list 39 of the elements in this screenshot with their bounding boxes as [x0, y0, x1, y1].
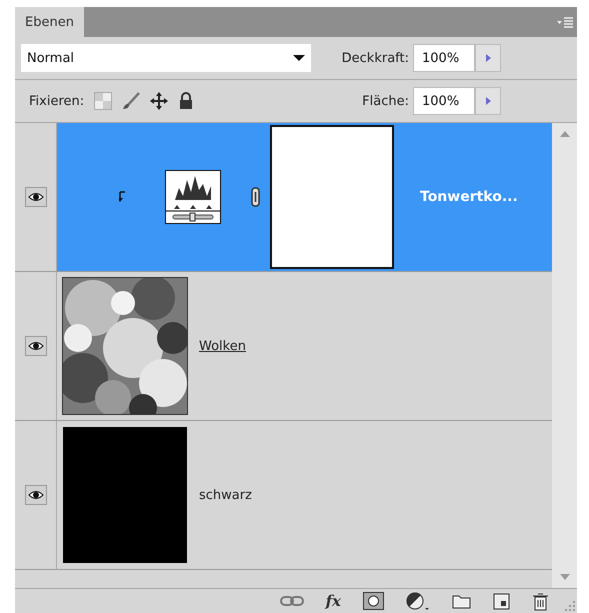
visibility-toggle[interactable] — [24, 187, 46, 207]
panel-menu-icon[interactable] — [557, 16, 573, 28]
panel-tab[interactable]: Ebenen — [15, 7, 84, 37]
play-arrow-icon — [486, 54, 490, 62]
fill-label: Fläche: — [362, 94, 409, 108]
eye-icon — [28, 489, 44, 501]
eye-icon — [28, 340, 44, 352]
play-arrow-icon — [486, 97, 490, 105]
layer-row[interactable]: schwarz — [15, 421, 552, 570]
blend-mode-dropdown[interactable]: Normal — [21, 44, 311, 72]
eye-icon — [28, 191, 44, 203]
levels-adjustment-icon — [165, 170, 221, 224]
layer-style-button[interactable]: fx — [326, 592, 341, 610]
visibility-toggle[interactable] — [24, 336, 46, 356]
link-layers-icon[interactable] — [280, 595, 304, 607]
layer-thumbnail[interactable] — [63, 427, 187, 563]
clip-arrow-icon — [119, 191, 127, 203]
resize-grip-icon[interactable] — [563, 599, 575, 611]
layer-mask-thumbnail[interactable] — [270, 125, 394, 269]
visibility-toggle[interactable] — [24, 485, 46, 505]
dropdown-caret-icon — [293, 55, 305, 61]
lock-label: Fixieren: — [29, 94, 84, 108]
folder-icon[interactable] — [452, 593, 471, 609]
opacity-field[interactable]: 100% — [413, 44, 475, 72]
lock-icon[interactable] — [178, 92, 194, 110]
opacity-label: Deckkraft: — [342, 50, 409, 66]
add-mask-icon[interactable] — [363, 592, 384, 610]
layer-name[interactable]: schwarz — [199, 488, 252, 502]
trash-icon[interactable] — [532, 592, 549, 610]
fill-stepper-button[interactable] — [475, 87, 501, 115]
layer-row[interactable]: Wolken — [15, 272, 552, 421]
opacity-stepper-button[interactable] — [475, 44, 501, 72]
fill-field[interactable]: 100% — [413, 87, 475, 115]
layer-name[interactable]: Wolken — [199, 338, 246, 354]
brush-icon[interactable] — [122, 92, 140, 110]
new-layer-icon[interactable] — [493, 592, 510, 610]
chain-link-icon[interactable] — [251, 187, 260, 207]
half-circle-icon[interactable] — [406, 592, 430, 610]
move-icon[interactable] — [150, 92, 168, 110]
